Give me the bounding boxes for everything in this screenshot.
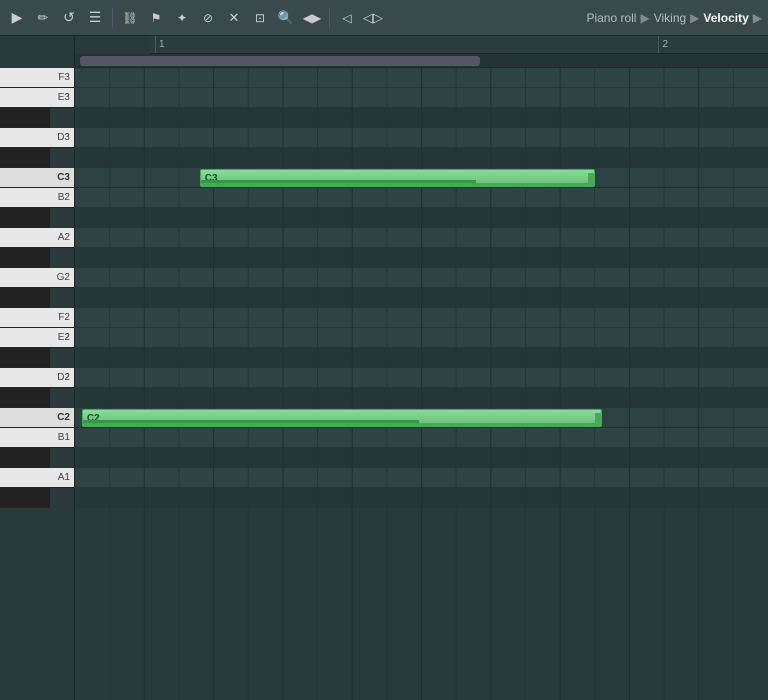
grid-row-c3[interactable]: C3 xyxy=(75,168,768,188)
grid-row-g2[interactable] xyxy=(75,268,768,288)
breadcrumb-viking: Viking xyxy=(654,11,686,25)
key-a2[interactable]: A2 xyxy=(0,228,74,248)
scrollbar-thumb[interactable] xyxy=(80,56,480,66)
key-bb2[interactable] xyxy=(0,208,50,228)
note-c3-velocity xyxy=(201,180,476,183)
pencil-icon[interactable]: ✏ xyxy=(32,7,54,29)
key-db3[interactable] xyxy=(0,148,50,168)
key-a1[interactable]: A1 xyxy=(0,468,74,488)
grid-row-f3[interactable] xyxy=(75,68,768,88)
grid-row-ab1[interactable] xyxy=(75,488,768,508)
grid-row-a2[interactable] xyxy=(75,228,768,248)
separator-2 xyxy=(329,8,330,28)
key-c2[interactable]: C2 xyxy=(0,408,74,428)
audio-icon[interactable]: ◁ xyxy=(336,7,358,29)
key-g2[interactable]: G2 xyxy=(0,268,74,288)
key-eb3[interactable] xyxy=(0,108,50,128)
breadcrumb-piano-roll: Piano roll xyxy=(586,11,636,25)
grid-row-eb2[interactable] xyxy=(75,348,768,368)
metronome-icon[interactable]: ◀▶ xyxy=(301,7,323,29)
zoom-icon[interactable]: 🔍 xyxy=(275,7,297,29)
key-d3[interactable]: D3 xyxy=(0,128,74,148)
grid-row-c2[interactable]: C2 xyxy=(75,408,768,428)
pointer-icon[interactable]: ▶ xyxy=(6,7,28,29)
grid-row-a1[interactable] xyxy=(75,468,768,488)
key-f2[interactable]: F2 xyxy=(0,308,74,328)
breadcrumb: Piano roll ▶ Viking ▶ Velocity ▶ xyxy=(586,11,762,25)
loop-icon[interactable]: ↺ xyxy=(58,7,80,29)
select-icon[interactable]: ⊡ xyxy=(249,7,271,29)
key-e2[interactable]: E2 xyxy=(0,328,74,348)
key-db2[interactable] xyxy=(0,388,50,408)
key-f3[interactable]: F3 xyxy=(0,68,74,88)
key-d2[interactable]: D2 xyxy=(0,368,74,388)
sep-2: ▶ xyxy=(690,11,699,25)
sep-1: ▶ xyxy=(640,11,649,25)
chain-icon[interactable]: ⛓ xyxy=(119,7,141,29)
note-c3[interactable]: C3 xyxy=(200,169,595,187)
grid-row-db2[interactable] xyxy=(75,388,768,408)
grid-row-bb2[interactable] xyxy=(75,208,768,228)
grid-row-b2[interactable] xyxy=(75,188,768,208)
note-c2[interactable]: C2 xyxy=(82,409,602,427)
settings-icon[interactable]: ☰ xyxy=(84,7,106,29)
note-c2-velocity xyxy=(83,420,420,423)
sep-3: ▶ xyxy=(753,11,762,25)
key-c3[interactable]: C3 xyxy=(0,168,74,188)
toolbar: ▶ ✏ ↺ ☰ ⛓ ⚑ ✦ ⊘ ✕ ⊡ 🔍 ◀▶ ◁ ◁▷ Piano roll… xyxy=(0,0,768,36)
key-gb2[interactable] xyxy=(0,288,50,308)
speaker-icon[interactable]: ◁▷ xyxy=(362,7,384,29)
main-area: F3 E3 D3 C3 B2 A2 G2 F2 E2 D2 C2 xyxy=(0,68,768,700)
grid-row-e2[interactable] xyxy=(75,328,768,348)
piano-keyboard[interactable]: F3 E3 D3 C3 B2 A2 G2 F2 E2 D2 C2 xyxy=(0,68,75,700)
key-bb1[interactable] xyxy=(0,448,50,468)
ruler-marker-1: 1 xyxy=(155,36,165,53)
grid-row-gb2[interactable] xyxy=(75,288,768,308)
grid-row-f2[interactable] xyxy=(75,308,768,328)
note-c2-handle[interactable] xyxy=(595,413,601,423)
grid-row-b1[interactable] xyxy=(75,428,768,448)
grid-row-d2[interactable] xyxy=(75,368,768,388)
cut-icon[interactable]: ⊘ xyxy=(197,7,219,29)
flag-icon[interactable]: ⚑ xyxy=(145,7,167,29)
ruler-marker-2: 2 xyxy=(658,36,668,53)
grid-row-db3[interactable] xyxy=(75,148,768,168)
key-e3[interactable]: E3 xyxy=(0,88,74,108)
grid-area[interactable]: C3 C2 xyxy=(75,68,768,700)
scrollbar-track[interactable] xyxy=(75,54,768,68)
grid-row-d3[interactable] xyxy=(75,128,768,148)
key-ab1[interactable] xyxy=(0,488,50,508)
grid-row-e3[interactable] xyxy=(75,88,768,108)
note-c3-handle[interactable] xyxy=(588,173,594,183)
key-b1[interactable]: B1 xyxy=(0,428,74,448)
grid: C3 C2 xyxy=(75,68,768,700)
grid-row-eb3[interactable] xyxy=(75,108,768,128)
key-eb2[interactable] xyxy=(0,348,50,368)
mute-icon[interactable]: ✕ xyxy=(223,7,245,29)
separator-1 xyxy=(112,8,113,28)
key-ab2[interactable] xyxy=(0,248,50,268)
key-b2[interactable]: B2 xyxy=(0,188,74,208)
breadcrumb-velocity: Velocity xyxy=(703,11,748,25)
grid-row-ab2[interactable] xyxy=(75,248,768,268)
transform-icon[interactable]: ✦ xyxy=(171,7,193,29)
grid-row-bb1[interactable] xyxy=(75,448,768,468)
